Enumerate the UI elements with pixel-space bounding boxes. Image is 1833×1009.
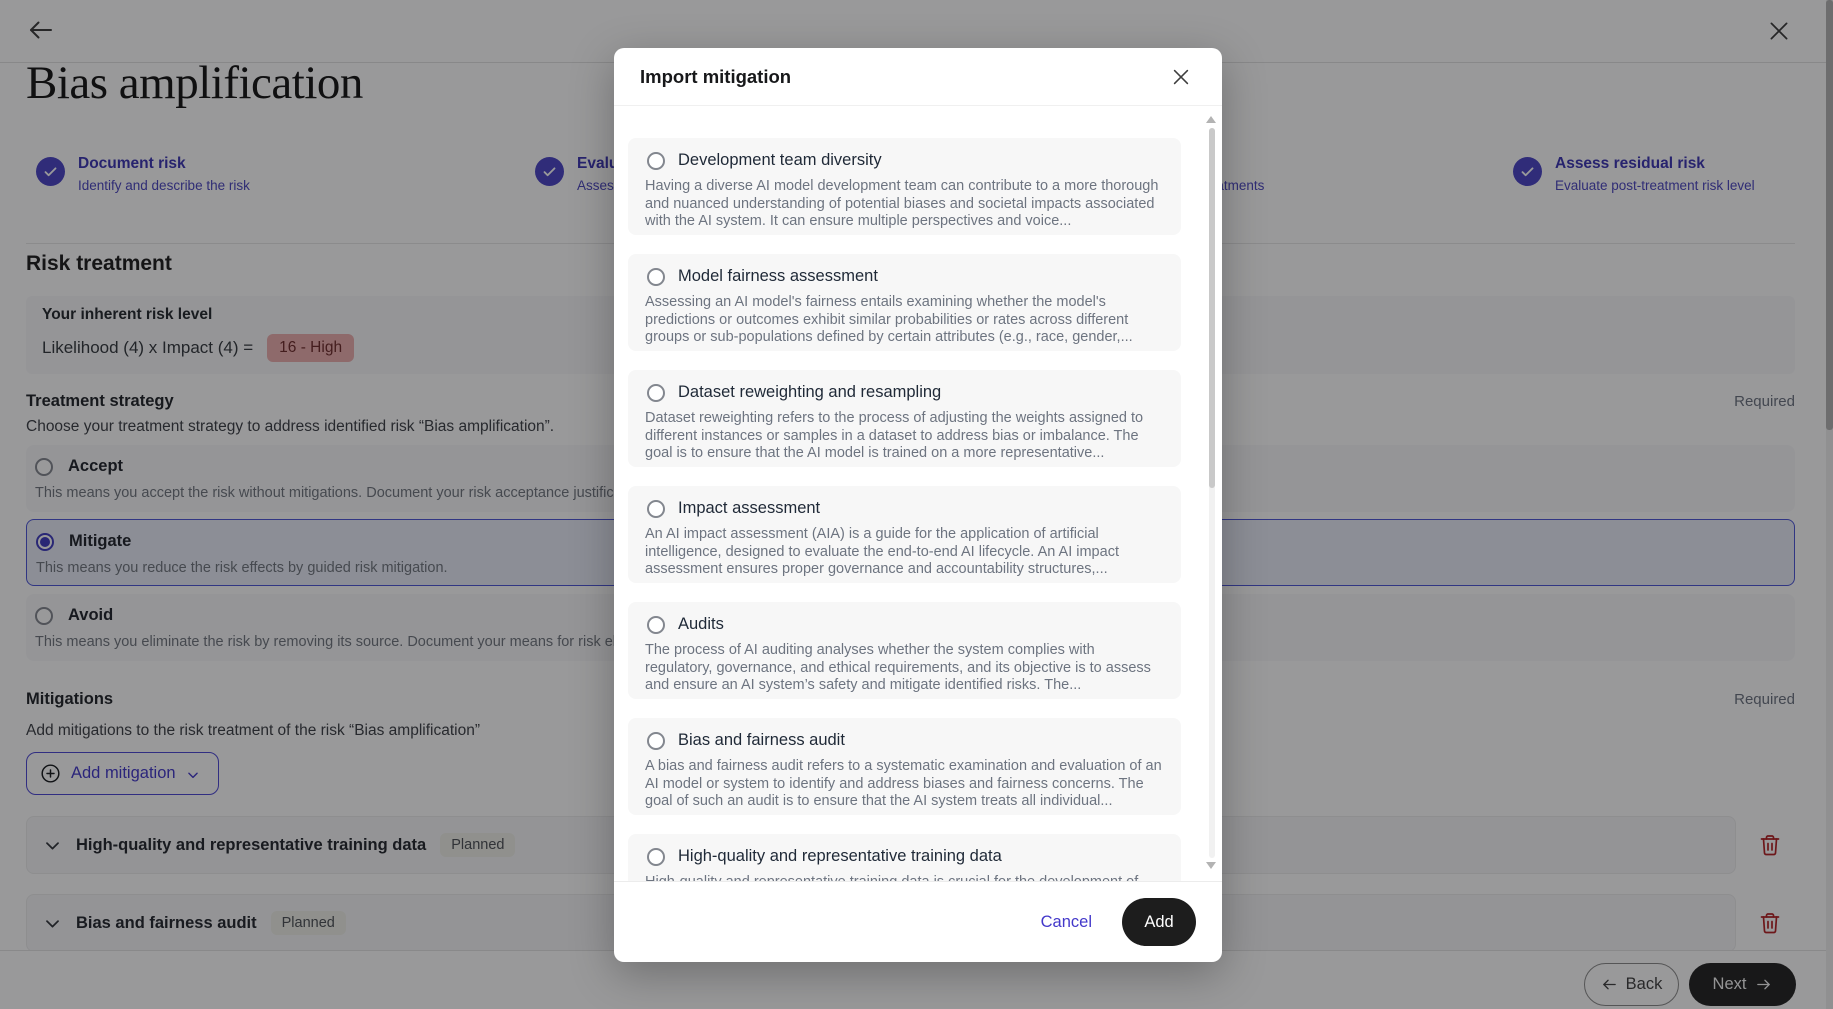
modal-scrollbar-thumb[interactable] xyxy=(1209,128,1215,488)
modal-footer: Cancel Add xyxy=(614,881,1222,962)
scroll-up-arrow-icon[interactable] xyxy=(1206,116,1216,123)
option-description: The process of AI auditing analyses whet… xyxy=(645,642,1165,695)
option-title: Development team diversity xyxy=(678,151,882,170)
mitigation-option-model-fairness-assessment[interactable]: Model fairness assessment Assessing an A… xyxy=(628,254,1181,351)
option-description: Dataset reweighting refers to the proces… xyxy=(645,410,1165,463)
mitigation-option-impact-assessment[interactable]: Impact assessment An AI impact assessmen… xyxy=(628,486,1181,583)
mitigation-option-dataset-reweighting[interactable]: Dataset reweighting and resampling Datas… xyxy=(628,370,1181,467)
modal-header: Import mitigation xyxy=(614,48,1222,106)
option-title: Model fairness assessment xyxy=(678,267,878,286)
option-title: High-quality and representative training… xyxy=(678,847,1002,866)
mitigation-option-bias-and-fairness-audit[interactable]: Bias and fairness audit A bias and fairn… xyxy=(628,718,1181,815)
mitigation-option-training-data[interactable]: High-quality and representative training… xyxy=(628,834,1181,881)
radio-unchecked-icon[interactable] xyxy=(647,848,665,866)
radio-unchecked-icon[interactable] xyxy=(647,616,665,634)
option-title: Audits xyxy=(678,615,724,634)
close-icon xyxy=(1170,66,1198,88)
add-button[interactable]: Add xyxy=(1122,898,1196,946)
option-title: Impact assessment xyxy=(678,499,820,518)
mitigation-option-development-team-diversity[interactable]: Development team diversity Having a dive… xyxy=(628,138,1181,235)
option-description: Having a diverse AI model development te… xyxy=(645,178,1165,231)
cancel-button[interactable]: Cancel xyxy=(1041,913,1092,932)
option-description: An AI impact assessment (AIA) is a guide… xyxy=(645,526,1165,579)
modal-title: Import mitigation xyxy=(640,66,791,88)
radio-unchecked-icon[interactable] xyxy=(647,152,665,170)
radio-unchecked-icon[interactable] xyxy=(647,500,665,518)
app-window: Bias amplification Document risk Identif… xyxy=(0,0,1833,1009)
scroll-down-arrow-icon[interactable] xyxy=(1206,862,1216,869)
mitigation-options-list: Development team diversity Having a dive… xyxy=(614,106,1222,881)
radio-unchecked-icon[interactable] xyxy=(647,384,665,402)
option-title: Bias and fairness audit xyxy=(678,731,845,750)
option-description: A bias and fairness audit refers to a sy… xyxy=(645,758,1165,811)
option-description: High-quality and representative training… xyxy=(645,874,1165,881)
radio-unchecked-icon[interactable] xyxy=(647,732,665,750)
mitigation-option-audits[interactable]: Audits The process of AI auditing analys… xyxy=(628,602,1181,699)
modal-close-button[interactable] xyxy=(1170,63,1198,91)
option-title: Dataset reweighting and resampling xyxy=(678,383,941,402)
import-mitigation-modal: Import mitigation Development team diver… xyxy=(614,48,1222,962)
radio-unchecked-icon[interactable] xyxy=(647,268,665,286)
option-description: Assessing an AI model's fairness entails… xyxy=(645,294,1165,347)
